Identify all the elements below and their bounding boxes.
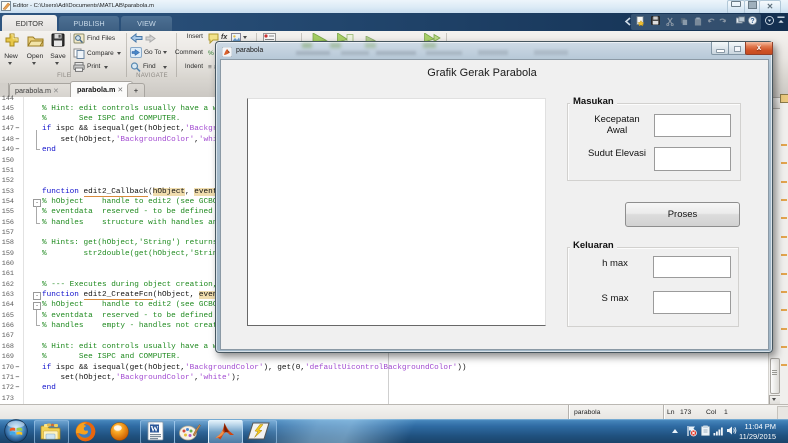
svg-text:?: ? — [750, 18, 754, 25]
svg-text:W: W — [151, 425, 159, 434]
